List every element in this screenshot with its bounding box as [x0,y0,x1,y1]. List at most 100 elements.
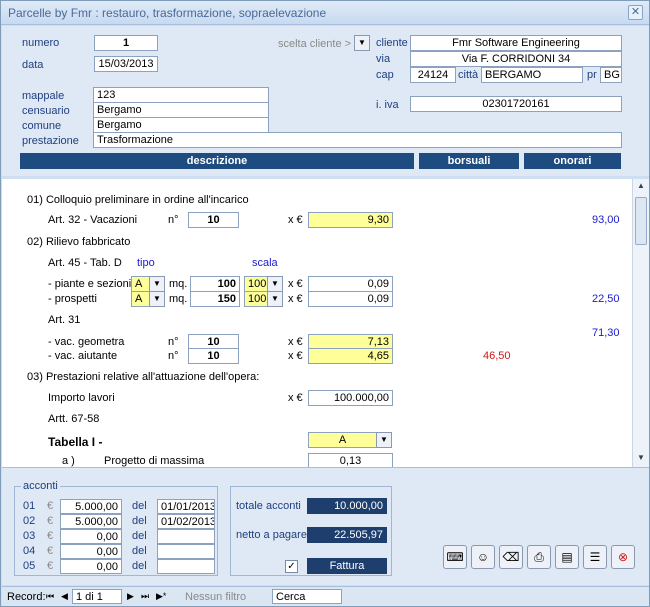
cliente-field[interactable]: Fmr Software Engineering [410,35,622,51]
numero-field[interactable]: 1 [94,35,158,51]
section-03: 03) Prestazioni relative all'attuazione … [27,371,260,383]
progetto-val-field[interactable]: 0,13 [308,453,393,467]
euro-label: € [47,500,54,512]
acconto-data-field[interactable]: 01/02/2013 [157,514,215,529]
tabella-dropdown[interactable]: ▼ [376,432,392,448]
xe-label: x € [288,350,303,362]
scroll-down-icon[interactable]: ▼ [635,453,647,465]
prospetti-scala-dropdown[interactable]: ▼ [267,291,283,307]
via-field[interactable]: Via F. CORRIDONI 34 [410,51,622,67]
art31-label: Art. 31 [48,314,81,326]
acconto-number: 04 [23,545,36,557]
last-record-icon[interactable]: ⏭ [141,591,149,602]
prev-record-icon[interactable]: ◀ [61,591,68,602]
printer-icon[interactable]: ⎙ [527,545,551,569]
acconto-importo-field[interactable]: 0,00 [60,544,122,559]
n-label: n° [168,214,179,226]
list-icon[interactable]: ☰ [583,545,607,569]
mappale-label: mappale [22,90,65,102]
piante-scala-select[interactable]: 100 [244,276,268,292]
mappale-field[interactable]: 123 [93,87,269,103]
piante-val-field[interactable]: 0,09 [308,276,393,292]
vacazioni-n-field[interactable]: 10 [188,212,239,228]
prospetti-tipo-select[interactable]: A [131,291,150,307]
prospetti-scala-select[interactable]: 100 [244,291,268,307]
exit-icon[interactable]: ⊗ [611,545,635,569]
vertical-scrollbar[interactable]: ▲ ▼ [632,179,649,467]
acconto-data-field[interactable] [157,544,215,559]
chevron-down-icon: ▼ [380,435,388,444]
prospetti-val-field[interactable]: 0,09 [308,291,393,307]
censuario-field[interactable]: Bergamo [93,102,269,118]
importo-label: Importo lavori [48,392,115,404]
acconto-importo-field[interactable]: 0,00 [60,559,122,574]
geometra-label: - vac. geometra [48,336,125,348]
del-label: del [132,560,147,572]
numero-label: numero [22,37,60,49]
aiutante-val-field[interactable]: 4,65 [308,348,393,364]
acconto-data-field[interactable] [157,559,215,574]
scroll-thumb[interactable] [635,197,647,245]
next-record-icon[interactable]: ▶ [127,591,134,602]
header-panel: numero 1 data 15/03/2013 scelta cliente … [2,26,649,176]
art67-label: Artt. 67-58 [48,413,100,425]
aiutante-n-field[interactable]: 10 [188,348,239,364]
tabella-select[interactable]: A [308,432,377,448]
prestazione-field[interactable]: Trasformazione [93,132,622,148]
search-field[interactable]: Cerca [272,589,342,604]
piante-scala-dropdown[interactable]: ▼ [267,276,283,292]
prospetti-mq-field[interactable]: 150 [190,291,240,307]
acconto-importo-field[interactable]: 5.000,00 [60,514,122,529]
scelta-cliente-dropdown[interactable]: ▼ [354,35,370,51]
chevron-down-icon: ▼ [358,38,366,47]
new-record-icon[interactable]: ▶* [156,591,166,602]
close-icon[interactable]: ✕ [628,5,643,20]
iva-label: i. iva [376,99,399,111]
piante-mq-field[interactable]: 100 [190,276,240,292]
record-position-field[interactable]: 1 di 1 [72,589,122,604]
del-label: del [132,545,147,557]
acconto-importo-field[interactable]: 0,00 [60,529,122,544]
xe-label: x € [288,278,303,290]
pr-field[interactable]: BG [600,67,622,83]
calculator-icon[interactable]: ⌨ [443,545,467,569]
record-navigator: Record: ⏮ ◀ 1 di 1 ▶ ⏭ ▶* Nessun filtro … [2,586,649,606]
iva-field[interactable]: 02301720161 [410,96,622,112]
scelta-cliente-label: scelta cliente > [278,38,352,50]
cap-field[interactable]: 24124 [410,67,456,83]
user-icon[interactable]: ☺ [471,545,495,569]
first-record-icon[interactable]: ⏮ [46,591,54,602]
sheet-icon[interactable]: ▤ [555,545,579,569]
acconto-number: 01 [23,500,36,512]
title-bar: Parcelle by Fmr : restauro, trasformazio… [1,1,649,25]
column-header-borsuali: borsuali [419,153,519,169]
prospetti-tipo-dropdown[interactable]: ▼ [149,291,165,307]
acconto-data-field[interactable]: 01/01/2013 [157,499,215,514]
progetto-index: a ) [62,455,75,467]
comune-field[interactable]: Bergamo [93,117,269,133]
section-01: 01) Colloquio preliminare in ordine all'… [27,194,249,206]
citta-field[interactable]: BERGAMO [481,67,583,83]
xe-label: x € [288,392,303,404]
filter-status[interactable]: Nessun filtro [185,591,246,603]
piante-tipo-dropdown[interactable]: ▼ [149,276,165,292]
scroll-up-icon[interactable]: ▲ [635,181,647,193]
netto-field: 22.505,97 [307,527,387,543]
onorari-art31: 71,30 [592,327,620,339]
cliente-label: cliente [376,37,408,49]
data-field[interactable]: 15/03/2013 [94,56,158,72]
importo-field[interactable]: 100.000,00 [308,390,393,406]
del-label: del [132,530,147,542]
fattura-checkbox[interactable]: ✓ [285,560,298,573]
record-label: Record: [7,591,46,603]
piante-label: - piante e sezioni [48,278,132,290]
acconto-importo-field[interactable]: 5.000,00 [60,499,122,514]
art32-label: Art. 32 - Vacazioni [48,214,138,226]
onorari-rilievo: 22,50 [592,293,620,305]
eraser-icon[interactable]: ⌫ [499,545,523,569]
piante-tipo-select[interactable]: A [131,276,150,292]
prestazione-label: prestazione [22,135,79,147]
acconti-title: acconti [21,480,60,492]
acconto-data-field[interactable] [157,529,215,544]
vacazioni-val-field[interactable]: 9,30 [308,212,393,228]
